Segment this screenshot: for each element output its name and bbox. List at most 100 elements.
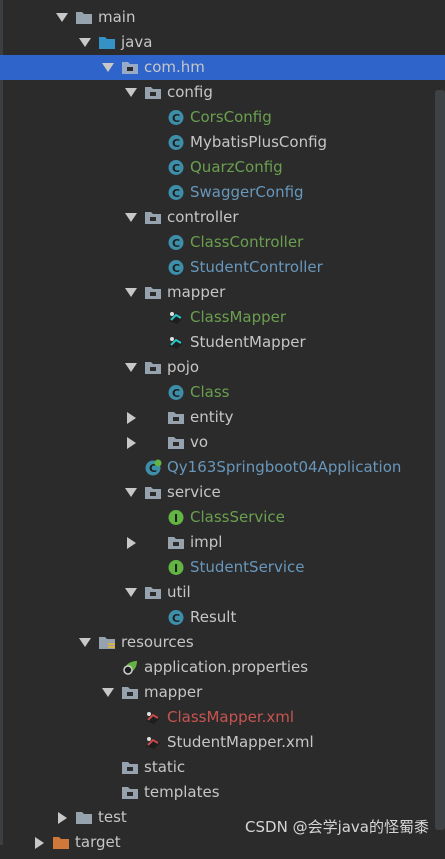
package-icon: [121, 759, 139, 776]
chevron-down-icon[interactable]: [124, 280, 138, 305]
tree-row[interactable]: com.hm: [0, 55, 445, 80]
tree-row-label: Class: [190, 383, 230, 401]
tree-row-label: StudentMapper: [190, 333, 306, 351]
chevron-down-icon[interactable]: [101, 680, 115, 705]
package-icon: [144, 584, 162, 601]
tree-row-label: com.hm: [144, 58, 205, 76]
excluded-folder-icon: [52, 834, 70, 851]
tree-row[interactable]: mapper: [0, 680, 445, 705]
svg-text:C: C: [172, 612, 180, 625]
tree-row-label: util: [167, 583, 191, 601]
svg-text:I: I: [174, 512, 178, 525]
tree-row-label: mapper: [144, 683, 203, 701]
tree-row[interactable]: C SwaggerConfig: [0, 180, 445, 205]
tree-row[interactable]: C StudentController: [0, 255, 445, 280]
package-icon: [167, 409, 185, 426]
chevron-down-icon[interactable]: [124, 480, 138, 505]
tree-row[interactable]: config: [0, 80, 445, 105]
tree-row[interactable]: C MybatisPlusConfig: [0, 130, 445, 155]
tree-row[interactable]: impl: [0, 530, 445, 555]
tree-row[interactable]: C Class: [0, 380, 445, 405]
tree-row[interactable]: ClassMapper.xml: [0, 705, 445, 730]
chevron-down-icon[interactable]: [55, 5, 69, 30]
tree-row[interactable]: mapper: [0, 280, 445, 305]
tree-row-label: pojo: [167, 358, 200, 376]
tree-row[interactable]: templates: [0, 780, 445, 805]
package-icon: [167, 534, 185, 551]
tree-row-label: StudentService: [190, 558, 305, 576]
tree-row-label: vo: [190, 433, 209, 451]
tree-row-label: templates: [144, 783, 220, 801]
tree-row-label: QuarzConfig: [190, 158, 283, 176]
tree-row-label: ClassMapper: [190, 308, 287, 326]
mybatis-xml-icon: [144, 734, 162, 751]
tree-row-label: config: [167, 83, 213, 101]
svg-text:I: I: [174, 562, 178, 575]
chevron-right-icon[interactable]: [32, 830, 46, 855]
watermark-text: CSDN @会学java的怪蜀黍: [245, 818, 429, 836]
tree-row-label: static: [144, 758, 186, 776]
tree-row-label: main: [98, 8, 136, 26]
chevron-right-icon[interactable]: [55, 805, 69, 830]
tree-row-label: Result: [190, 608, 237, 626]
mapper-icon: [167, 334, 185, 351]
tree-row[interactable]: C QuarzConfig: [0, 155, 445, 180]
svg-text:C: C: [172, 162, 180, 175]
svg-text:C: C: [172, 387, 180, 400]
chevron-down-icon[interactable]: [124, 355, 138, 380]
tree-row[interactable]: vo: [0, 430, 445, 455]
svg-text:C: C: [172, 187, 180, 200]
class-icon: C: [167, 184, 185, 201]
tree-row[interactable]: util: [0, 580, 445, 605]
project-tree[interactable]: main java com.hm config C CorsConfig C MybatisP…: [0, 5, 445, 855]
tree-row[interactable]: C ClassController: [0, 230, 445, 255]
class-icon: C: [167, 159, 185, 176]
resources-folder-icon: [98, 634, 116, 651]
tree-row-label: CorsConfig: [190, 108, 272, 126]
tree-row-label: StudentMapper.xml: [167, 733, 314, 751]
tree-row[interactable]: C Result: [0, 605, 445, 630]
package-icon: [121, 59, 139, 76]
tree-row[interactable]: StudentMapper.xml: [0, 730, 445, 755]
chevron-right-icon[interactable]: [124, 530, 138, 555]
class-icon: C: [167, 259, 185, 276]
vertical-scrollbar[interactable]: [435, 90, 445, 830]
source-folder-icon: [98, 34, 116, 51]
class-icon: C: [167, 384, 185, 401]
tree-row[interactable]: static: [0, 755, 445, 780]
tree-row-label: MybatisPlusConfig: [190, 133, 328, 151]
chevron-right-icon[interactable]: [124, 430, 138, 455]
tree-row[interactable]: application.properties: [0, 655, 445, 680]
tree-row[interactable]: I ClassService: [0, 505, 445, 530]
chevron-right-icon[interactable]: [124, 405, 138, 430]
tree-row[interactable]: pojo: [0, 355, 445, 380]
chevron-down-icon[interactable]: [78, 30, 92, 55]
chevron-down-icon[interactable]: [124, 205, 138, 230]
tree-row[interactable]: StudentMapper: [0, 330, 445, 355]
chevron-down-icon[interactable]: [124, 580, 138, 605]
tree-row[interactable]: entity: [0, 405, 445, 430]
tree-row[interactable]: java: [0, 30, 445, 55]
spring-boot-class-icon: C: [144, 459, 162, 476]
chevron-down-icon[interactable]: [78, 630, 92, 655]
tree-row[interactable]: main: [0, 5, 445, 30]
tree-row[interactable]: controller: [0, 205, 445, 230]
tree-row-label: Qy163Springboot04Application: [167, 458, 402, 476]
chevron-down-icon[interactable]: [101, 55, 115, 80]
chevron-down-icon[interactable]: [124, 80, 138, 105]
tree-row[interactable]: C CorsConfig: [0, 105, 445, 130]
tree-row-label: test: [98, 808, 127, 826]
tree-row[interactable]: ClassMapper: [0, 305, 445, 330]
interface-icon: I: [167, 509, 185, 526]
package-icon: [144, 209, 162, 226]
mapper-icon: [167, 309, 185, 326]
tree-row-label: entity: [190, 408, 234, 426]
svg-text:C: C: [172, 137, 180, 150]
tree-row-label: impl: [190, 533, 223, 551]
tree-row[interactable]: C Qy163Springboot04Application: [0, 455, 445, 480]
tree-row[interactable]: resources: [0, 630, 445, 655]
tree-row-label: ClassController: [190, 233, 304, 251]
tree-row[interactable]: service: [0, 480, 445, 505]
svg-text:C: C: [172, 112, 180, 125]
tree-row[interactable]: I StudentService: [0, 555, 445, 580]
